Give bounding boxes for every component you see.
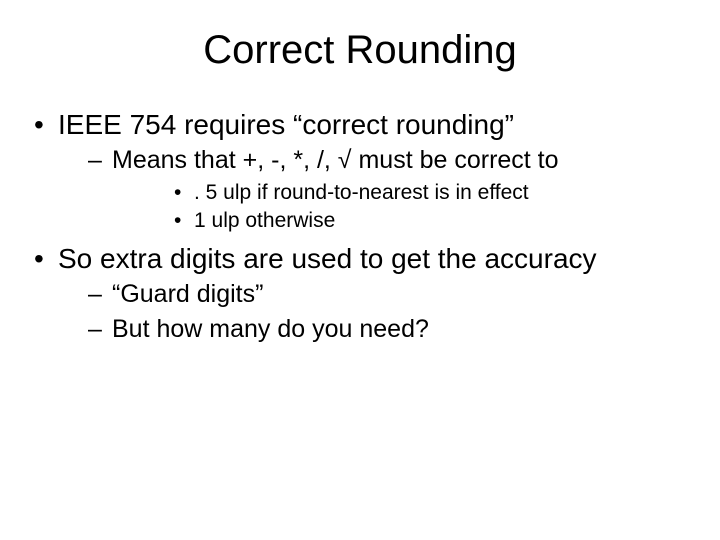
bullet-text: 1 ulp otherwise [194, 209, 335, 232]
bullet-list-level2: Means that +, -, *, /, √ must be correct… [58, 144, 690, 235]
slide-title: Correct Rounding [30, 28, 690, 73]
bullet-list-level1: IEEE 754 requires “correct rounding” Mea… [30, 107, 690, 345]
bullet-text: But how many do you need? [112, 315, 429, 343]
bullet-text: . 5 ulp if round-to-nearest is in effect [194, 181, 529, 204]
bullet-level1: So extra digits are used to get the accu… [30, 241, 690, 345]
bullet-list-level2: “Guard digits” But how many do you need? [58, 278, 690, 345]
bullet-level3: . 5 ulp if round-to-nearest is in effect [112, 179, 690, 207]
bullet-level2: But how many do you need? [58, 313, 690, 346]
bullet-level3: 1 ulp otherwise [112, 207, 690, 235]
bullet-level2: “Guard digits” [58, 278, 690, 311]
slide: Correct Rounding IEEE 754 requires “corr… [0, 0, 720, 540]
bullet-list-level3: . 5 ulp if round-to-nearest is in effect… [112, 179, 690, 236]
bullet-level1: IEEE 754 requires “correct rounding” Mea… [30, 107, 690, 235]
bullet-text: Means that +, -, *, /, √ must be correct… [112, 146, 559, 174]
bullet-text: So extra digits are used to get the accu… [58, 243, 597, 274]
bullet-level2: Means that +, -, *, /, √ must be correct… [58, 144, 690, 235]
bullet-text: “Guard digits” [112, 280, 263, 308]
bullet-text: IEEE 754 requires “correct rounding” [58, 109, 514, 140]
